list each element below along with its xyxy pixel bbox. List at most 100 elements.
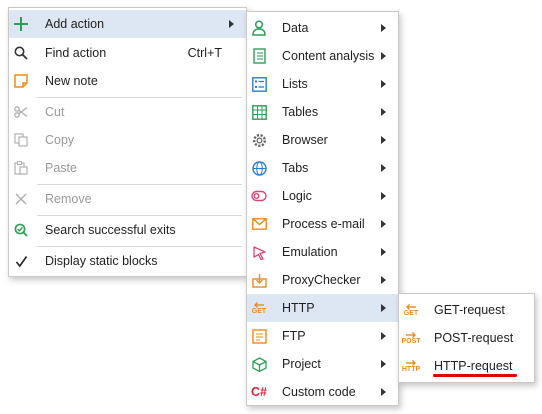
menu-item-label: Content analysis <box>282 49 375 63</box>
menu-item-label: Cut <box>45 105 65 119</box>
menu-item-label: Add action <box>45 17 105 31</box>
menu-item-label: GET-request <box>434 303 505 317</box>
submenu-arrow-icon <box>381 248 386 256</box>
submenu-arrow-icon <box>381 192 386 200</box>
menu-item-copy[interactable]: Copy <box>9 126 246 154</box>
search-check-icon <box>13 222 29 238</box>
menu-item-label: Process e-mail <box>282 217 365 231</box>
submenu-item-custom-code[interactable]: C# Custom code <box>247 378 398 406</box>
document-icon <box>251 48 267 64</box>
menu-item-label: ProxyChecker <box>282 273 361 287</box>
menu-item-label: Custom code <box>282 385 356 399</box>
cube-icon <box>251 356 267 372</box>
menu-item-search-successful-exits[interactable]: Search successful exits <box>9 216 246 244</box>
menu-item-label: Search successful exits <box>45 223 176 237</box>
submenu-item-content-analysis[interactable]: Content analysis <box>247 42 398 70</box>
menu-item-label: POST-request <box>434 331 514 345</box>
table-icon <box>251 104 267 120</box>
menu-item-label: Tabs <box>282 161 309 175</box>
proxy-icon <box>251 272 267 288</box>
scissors-icon <box>13 104 29 120</box>
ftp-icon <box>251 328 267 344</box>
logic-icon <box>251 188 267 204</box>
paste-icon <box>13 160 29 176</box>
red-underline-annotation <box>433 374 517 377</box>
envelope-icon <box>251 216 267 232</box>
plus-icon <box>13 16 29 32</box>
submenu-item-http[interactable]: GET HTTP <box>247 294 398 322</box>
menu-item-new-note[interactable]: New note <box>9 67 246 95</box>
post-request-icon: POST <box>401 330 421 346</box>
menu-item-label: Tables <box>282 105 319 119</box>
menu-item-cut[interactable]: Cut <box>9 98 246 126</box>
cursor-icon <box>251 244 267 260</box>
menu-item-label: Paste <box>45 161 77 175</box>
menu-item-add-action[interactable]: Add action <box>9 10 246 38</box>
add-action-submenu: Data Content analysis Lists Tables Brows… <box>246 11 399 406</box>
submenu-arrow-icon <box>381 388 386 396</box>
menu-item-label: Data <box>282 21 309 35</box>
http-get-icon: GET <box>251 300 267 316</box>
copy-icon <box>13 132 29 148</box>
menu-item-label: Browser <box>282 133 328 147</box>
list-icon <box>251 76 267 92</box>
submenu-item-process-email[interactable]: Process e-mail <box>247 210 398 238</box>
menu-item-display-static-blocks[interactable]: Display static blocks <box>9 247 246 275</box>
menu-item-label: Remove <box>45 192 92 206</box>
submenu-item-emulation[interactable]: Emulation <box>247 238 398 266</box>
menu-item-label: Logic <box>282 189 312 203</box>
menu-item-label: FTP <box>282 329 306 343</box>
post-request-icon-text: POST <box>401 337 421 345</box>
submenu-arrow-icon <box>381 360 386 368</box>
submenu-item-proxychecker[interactable]: ProxyChecker <box>247 266 398 294</box>
submenu-item-ftp[interactable]: FTP <box>247 322 398 350</box>
globe-icon <box>251 160 267 176</box>
submenu-item-data[interactable]: Data <box>247 14 398 42</box>
http-get-icon-text: GET <box>251 307 267 315</box>
submenu-arrow-icon <box>381 220 386 228</box>
menu-item-label: Find action <box>45 46 107 60</box>
http-request-icon: HTTP <box>401 358 421 374</box>
person-icon <box>251 20 267 36</box>
menu-item-paste[interactable]: Paste <box>9 154 246 182</box>
http-item-get-request[interactable]: GET GET-request <box>399 296 534 324</box>
menu-item-label: Project <box>282 357 321 371</box>
menu-item-remove[interactable]: Remove <box>9 185 246 213</box>
menu-item-label: Copy <box>45 133 75 147</box>
submenu-item-tabs[interactable]: Tabs <box>247 154 398 182</box>
checkmark-icon <box>13 253 29 269</box>
close-icon <box>13 191 29 207</box>
context-menu: Add action Find action Ctrl+T New note C… <box>8 7 247 277</box>
menu-item-find-action[interactable]: Find action Ctrl+T <box>9 39 246 67</box>
search-icon <box>13 45 29 61</box>
submenu-item-tables[interactable]: Tables <box>247 98 398 126</box>
submenu-arrow-icon <box>381 136 386 144</box>
submenu-item-logic[interactable]: Logic <box>247 182 398 210</box>
submenu-item-browser[interactable]: Browser <box>247 126 398 154</box>
menu-item-label: Lists <box>282 77 308 91</box>
submenu-arrow-icon <box>381 108 386 116</box>
get-request-icon-text: GET <box>403 309 419 317</box>
menu-item-label: New note <box>45 74 98 88</box>
http-item-post-request[interactable]: POST POST-request <box>399 324 534 352</box>
submenu-arrow-icon <box>381 52 386 60</box>
submenu-arrow-icon <box>381 164 386 172</box>
http-submenu: GET GET-request POST POST-request HTTP H… <box>398 293 535 383</box>
menu-item-label: HTTP <box>282 301 315 315</box>
csharp-icon-text: C# <box>251 385 267 399</box>
menu-item-label: Emulation <box>282 245 338 259</box>
gear-icon <box>251 132 267 148</box>
submenu-item-lists[interactable]: Lists <box>247 70 398 98</box>
menu-item-shortcut: Ctrl+T <box>187 46 222 60</box>
csharp-icon: C# <box>251 384 267 400</box>
submenu-item-project[interactable]: Project <box>247 350 398 378</box>
http-request-icon-text: HTTP <box>401 365 421 373</box>
submenu-arrow-icon <box>381 332 386 340</box>
submenu-arrow-icon <box>381 24 386 32</box>
submenu-arrow-icon <box>229 20 234 28</box>
menu-item-label: Display static blocks <box>45 254 158 268</box>
submenu-arrow-icon <box>381 304 386 312</box>
get-request-icon: GET <box>403 302 419 318</box>
submenu-arrow-icon <box>381 276 386 284</box>
submenu-arrow-icon <box>381 80 386 88</box>
